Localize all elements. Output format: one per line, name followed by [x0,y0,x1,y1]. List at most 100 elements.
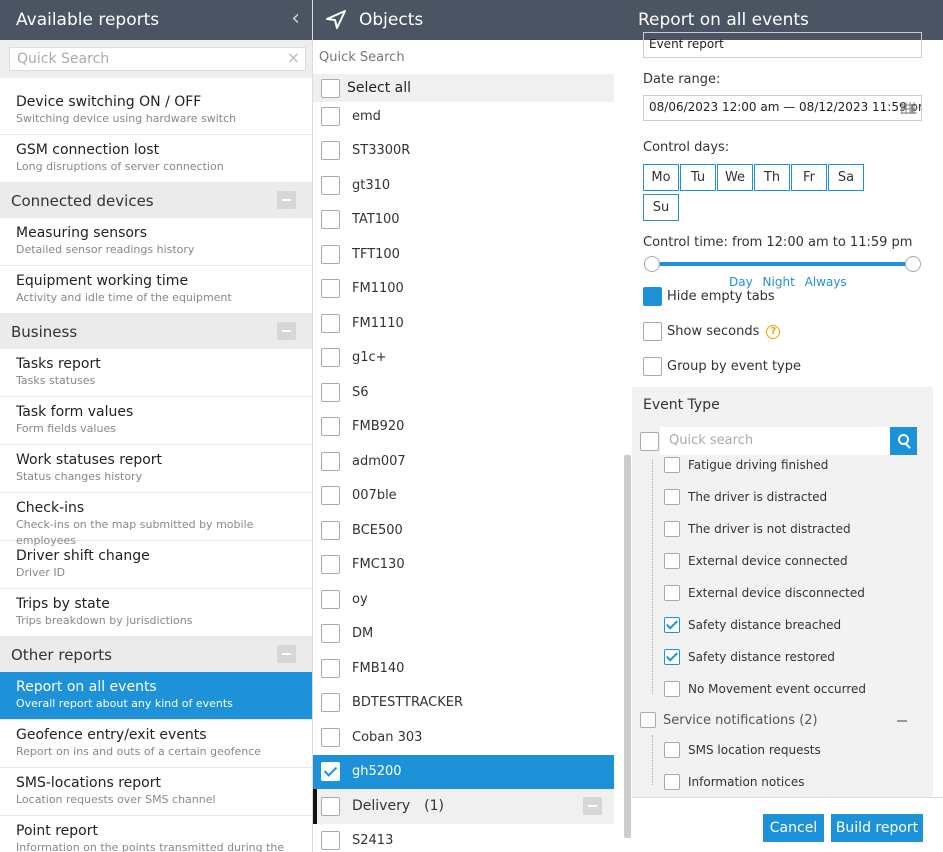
day-toggle-tu[interactable]: Tu [680,164,716,191]
event-checkbox[interactable] [664,521,680,537]
event-checkbox[interactable] [664,489,680,505]
object-checkbox[interactable] [321,520,340,540]
event-type-item[interactable]: The driver is distracted [664,489,827,505]
search-icon[interactable] [890,427,917,455]
collapse-section-icon[interactable] [277,322,296,340]
object-row[interactable]: FM1110 [313,306,614,341]
build-report-button[interactable]: Build report [831,814,923,842]
report-item[interactable]: Equipment working time Activity and idle … [0,266,312,314]
show-seconds-option[interactable]: Show seconds ? [643,322,781,341]
object-checkbox[interactable] [321,210,340,230]
object-checkbox[interactable] [321,417,340,437]
event-type-item[interactable]: External device disconnected [664,585,865,601]
group-checkbox[interactable] [321,796,340,816]
time-slider-start-handle[interactable] [644,256,660,272]
object-row[interactable]: gt310 [313,168,614,203]
event-type-item[interactable]: Safety distance breached [664,617,841,633]
preset-always-link[interactable]: Always [805,275,847,289]
object-checkbox[interactable] [321,141,340,161]
date-range-field[interactable]: 08/06/2023 12:00 am — 08/12/2023 11:59 p… [643,95,922,121]
object-checkbox[interactable] [321,555,340,575]
object-row[interactable]: emd [313,99,614,134]
event-checkbox[interactable] [664,617,680,633]
objects-scrollbar[interactable] [624,455,631,838]
day-toggle-fr[interactable]: Fr [791,164,827,191]
event-type-item[interactable]: No Movement event occurred [664,681,866,697]
event-checkbox[interactable] [664,457,680,473]
event-select-all-checkbox[interactable] [640,432,659,451]
help-icon[interactable]: ? [766,324,781,339]
object-row[interactable]: BDTESTTRACKER [313,686,614,721]
object-checkbox[interactable] [321,106,340,126]
time-slider-end-handle[interactable] [905,256,921,272]
object-row[interactable]: S6 [313,375,614,410]
service-notification-item[interactable]: Information notices [664,774,805,790]
select-all-checkbox[interactable] [321,78,340,98]
collapse-section-icon[interactable] [277,191,296,209]
object-checkbox[interactable] [321,313,340,333]
clear-search-icon[interactable]: × [287,48,300,67]
report-item[interactable]: Driver shift change Driver ID [0,541,312,589]
object-row[interactable]: FMB140 [313,651,614,686]
objects-search-input[interactable]: Quick Search [319,50,405,65]
service-notifications-group[interactable]: Service notifications (2) [640,712,818,728]
object-checkbox[interactable] [321,175,340,195]
object-row[interactable]: ST3300R [313,134,614,169]
reports-search-input[interactable]: Quick Search × [9,47,306,71]
object-row[interactable]: S2413 [313,824,614,852]
object-row[interactable]: Coban 303 [313,720,614,755]
report-item[interactable]: SMS-locations report Location requests ov… [0,768,312,816]
object-row[interactable]: DM [313,617,614,652]
event-search-input[interactable]: Quick search [660,427,890,455]
group-by-event-type-checkbox[interactable] [643,357,662,376]
object-row[interactable]: gh5200 [313,754,614,789]
hide-empty-tabs-checkbox[interactable] [643,287,662,306]
object-checkbox[interactable] [321,658,340,678]
object-checkbox[interactable] [321,762,340,782]
service-checkbox[interactable] [664,742,680,758]
object-checkbox[interactable] [321,693,340,713]
report-item[interactable]: Trips by state Trips breakdown by jurisdi… [0,589,312,637]
report-item[interactable]: Measuring sensors Detailed sensor reading… [0,218,312,266]
day-toggle-su[interactable]: Su [643,194,679,221]
report-item[interactable]: Tasks report Tasks statuses [0,349,312,397]
event-checkbox[interactable] [664,649,680,665]
report-item[interactable]: Report on all events Overall report about… [0,672,312,720]
calendar-icon[interactable] [901,102,917,114]
report-item[interactable]: GSM connection lost Long disruptions of s… [0,135,312,183]
collapse-chevron-icon[interactable]: ‹ [291,8,300,30]
object-checkbox[interactable] [321,589,340,609]
collapse-section-icon[interactable] [277,645,296,663]
event-checkbox[interactable] [664,585,680,601]
day-toggle-th[interactable]: Th [754,164,790,191]
object-checkbox[interactable] [321,348,340,368]
day-toggle-sa[interactable]: Sa [828,164,864,191]
object-checkbox[interactable] [321,727,340,747]
report-template-field[interactable]: Event report [643,32,922,58]
object-row[interactable]: BCE500 [313,513,614,548]
object-row[interactable]: TFT100 [313,237,614,272]
day-toggle-we[interactable]: We [717,164,753,191]
collapse-minus-icon[interactable] [897,720,907,722]
day-toggle-mo[interactable]: Mo [643,164,679,191]
object-row[interactable]: FM1100 [313,272,614,307]
report-item[interactable]: Device switching ON / OFF Switching devic… [0,87,312,135]
report-item[interactable]: Point report Information on the points tr… [0,816,312,852]
cancel-button[interactable]: Cancel [763,814,824,842]
show-seconds-checkbox[interactable] [643,322,662,341]
object-row[interactable]: FMC130 [313,548,614,583]
object-row[interactable]: g1c+ [313,341,614,376]
object-checkbox[interactable] [321,486,340,506]
group-by-event-type-option[interactable]: Group by event type [643,357,801,376]
object-checkbox[interactable] [321,451,340,471]
service-notifications-checkbox[interactable] [640,712,656,728]
collapse-group-icon[interactable] [583,797,602,815]
service-checkbox[interactable] [664,774,680,790]
event-type-item[interactable]: Safety distance restored [664,649,835,665]
object-row[interactable]: adm007 [313,444,614,479]
hide-empty-tabs-option[interactable]: Hide empty tabs [643,287,775,306]
event-type-item[interactable]: Fatigue driving finished [664,457,828,473]
select-all-row[interactable]: Select all [313,74,614,102]
report-item[interactable]: Task form values Form fields values [0,397,312,445]
report-item[interactable]: Geofence entry/exit events Report on ins … [0,720,312,768]
